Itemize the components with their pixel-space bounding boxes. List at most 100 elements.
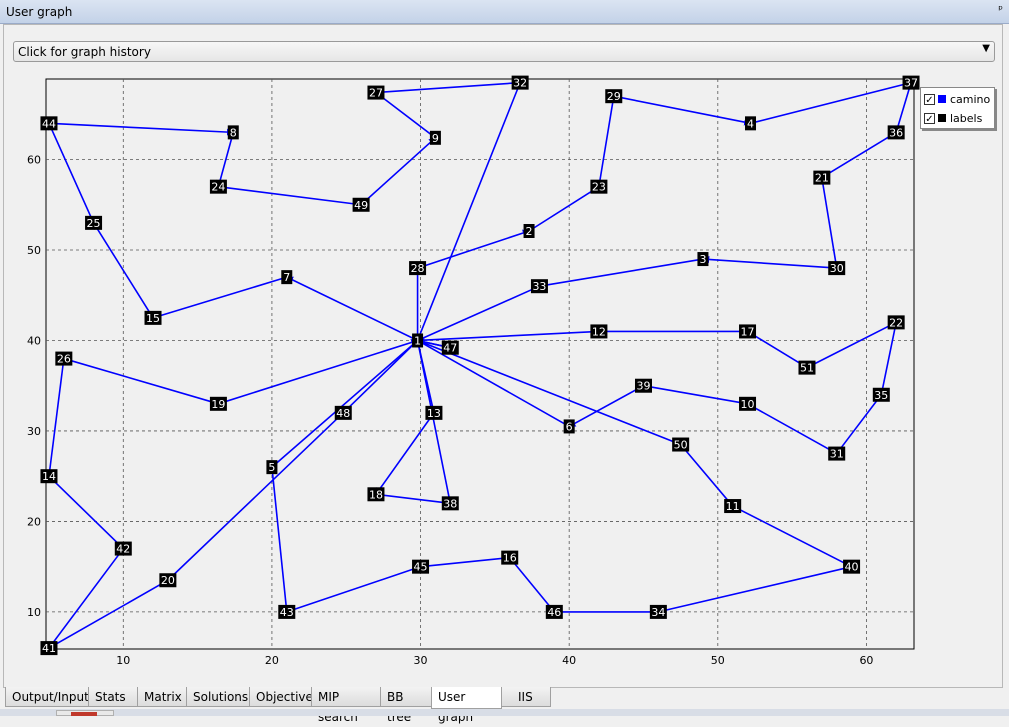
node-1: 1 <box>412 333 424 348</box>
tab-output-input[interactable]: Output/Input <box>5 687 89 707</box>
node-50: 50 <box>672 437 690 452</box>
node-label: 1 <box>414 334 421 347</box>
tab-iis[interactable]: IIS <box>501 687 551 707</box>
node-label: 36 <box>889 126 903 139</box>
app-icon <box>71 712 97 716</box>
node-32: 32 <box>511 75 529 90</box>
legend-item-labels[interactable]: ✓ labels <box>924 110 982 126</box>
x-tick-label: 10 <box>116 654 130 667</box>
node-label: 33 <box>532 280 546 293</box>
user-graph-chart: 10 20 30 40 50 60102030405060 12345678 9101112… <box>27 75 920 667</box>
node-label: 30 <box>830 262 844 275</box>
node-label: 19 <box>211 398 225 411</box>
y-tick-label: 60 <box>27 154 41 167</box>
node-51: 51 <box>798 360 816 375</box>
node-label: 3 <box>699 253 706 266</box>
node-label: 44 <box>42 117 56 130</box>
y-tick-label: 50 <box>27 244 41 257</box>
node-label: 7 <box>283 271 290 284</box>
node-28: 28 <box>409 261 427 276</box>
node-label: 11 <box>726 500 740 513</box>
node-42: 42 <box>114 541 132 556</box>
node-label: 51 <box>800 362 814 375</box>
node-6: 6 <box>563 419 575 434</box>
node-label: 14 <box>42 470 56 483</box>
tab-objective[interactable]: Objective <box>249 687 313 707</box>
node-label: 49 <box>354 199 368 212</box>
legend-label-labels: labels <box>950 111 983 125</box>
legend-item-camino[interactable]: ✓ camino <box>924 91 990 107</box>
tab-matrix[interactable]: Matrix <box>137 687 187 707</box>
legend-swatch-camino <box>938 95 946 103</box>
node-label: 47 <box>443 342 457 355</box>
node-label: 41 <box>42 642 56 655</box>
x-tick-label: 30 <box>414 654 428 667</box>
node-label: 5 <box>268 461 275 474</box>
legend-swatch-labels <box>938 114 946 122</box>
node-label: 2 <box>526 225 533 238</box>
node-label: 37 <box>904 77 918 90</box>
node-label: 18 <box>369 488 383 501</box>
node-label: 24 <box>211 181 225 194</box>
node-label: 21 <box>815 172 829 185</box>
node-label: 45 <box>414 561 428 574</box>
node-label: 8 <box>230 126 237 139</box>
checkbox-labels[interactable]: ✓ <box>924 112 935 125</box>
taskbar-button[interactable] <box>56 710 114 716</box>
node-48: 48 <box>334 405 352 420</box>
node-49: 49 <box>352 197 370 212</box>
node-46: 46 <box>545 604 563 619</box>
node-label: 43 <box>280 606 294 619</box>
node-5: 5 <box>266 460 278 475</box>
x-tick-label: 60 <box>859 654 873 667</box>
node-16: 16 <box>501 550 519 565</box>
node-label: 31 <box>830 448 844 461</box>
node-label: 27 <box>369 87 383 100</box>
node-2: 2 <box>523 224 535 238</box>
node-label: 39 <box>636 380 650 393</box>
tab-bb-tree[interactable]: BB tree <box>380 687 432 724</box>
node-label: 16 <box>503 552 517 565</box>
node-label: 6 <box>566 420 573 433</box>
legend-label-camino: camino <box>950 92 991 106</box>
node-24: 24 <box>209 179 227 194</box>
node-label: 34 <box>651 606 665 619</box>
plot-area <box>45 78 915 650</box>
tab-solutions[interactable]: Solutions <box>186 687 250 707</box>
node-17: 17 <box>739 324 757 339</box>
node-label: 42 <box>116 543 130 556</box>
x-tick-label: 20 <box>265 654 279 667</box>
node-15: 15 <box>144 310 162 325</box>
node-31: 31 <box>828 446 846 461</box>
node-14: 14 <box>40 469 58 484</box>
node-label: 12 <box>592 325 606 338</box>
node-20: 20 <box>159 573 177 588</box>
node-27: 27 <box>367 85 385 100</box>
node-19: 19 <box>209 396 227 411</box>
node-label: 38 <box>443 497 457 510</box>
tab-mip-search[interactable]: MIP search <box>311 687 381 724</box>
node-label: 4 <box>747 117 754 130</box>
node-22: 22 <box>887 315 905 330</box>
tab-stats[interactable]: Stats <box>88 687 138 707</box>
node-label: 40 <box>845 561 859 574</box>
node-9: 9 <box>429 130 441 145</box>
node-35: 35 <box>872 387 890 402</box>
bottom-tab-bar: Output/Input Stats Matrix Solutions Obje… <box>5 687 551 724</box>
node-45: 45 <box>412 559 430 574</box>
node-11: 11 <box>724 499 742 514</box>
node-26: 26 <box>55 351 73 366</box>
node-44: 44 <box>40 116 58 131</box>
node-40: 40 <box>843 559 861 574</box>
node-label: 46 <box>547 606 561 619</box>
checkbox-camino[interactable]: ✓ <box>924 93 935 106</box>
tab-user-graph[interactable]: User graph <box>431 687 502 724</box>
node-4: 4 <box>745 116 757 131</box>
node-12: 12 <box>590 324 608 339</box>
node-label: 35 <box>874 389 888 402</box>
node-label: 13 <box>427 407 441 420</box>
node-13: 13 <box>425 405 443 420</box>
node-label: 23 <box>592 181 606 194</box>
node-41: 41 <box>40 641 58 656</box>
node-label: 9 <box>432 132 439 145</box>
